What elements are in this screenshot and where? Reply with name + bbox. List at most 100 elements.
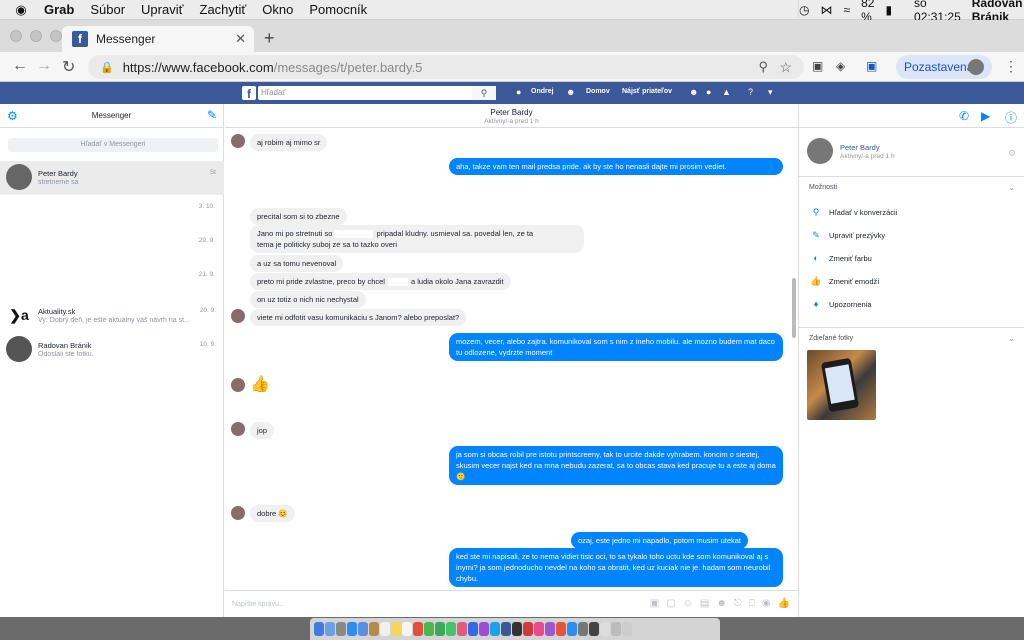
message-thread[interactable]: aj robim aj mimo sr aha, takze vam ten m… bbox=[225, 128, 798, 590]
profile-button[interactable]: Pozastavená bbox=[896, 55, 992, 79]
option-search-conversation[interactable]: ⚲ Hľadať v konverzácii bbox=[809, 207, 898, 218]
notifications-icon[interactable]: ▲ bbox=[722, 87, 731, 97]
contacts-icon[interactable] bbox=[369, 622, 379, 636]
options-section-header[interactable]: Možnosti ⌄ bbox=[799, 176, 1024, 198]
new-tab-button[interactable]: + bbox=[264, 28, 275, 49]
minimize-window-button[interactable] bbox=[30, 30, 42, 42]
podcasts-icon[interactable] bbox=[545, 622, 555, 636]
friend-requests-icon[interactable]: ☻ bbox=[689, 87, 698, 97]
mail-icon[interactable] bbox=[358, 622, 368, 636]
info-icon[interactable]: ⓘ bbox=[1005, 109, 1017, 126]
nav-home[interactable]: Domov bbox=[586, 88, 610, 95]
chrome-menu-icon[interactable]: ⋮ bbox=[1004, 58, 1018, 75]
app-icon[interactable] bbox=[600, 622, 610, 636]
gif-icon[interactable]: ▤ bbox=[700, 598, 709, 609]
skype-icon[interactable] bbox=[490, 622, 500, 636]
thread-scrollbar[interactable] bbox=[792, 278, 796, 338]
game-icon[interactable]: ▣ bbox=[650, 598, 659, 609]
conversation-item-peter-bardy[interactable]: Peter Bardy stretneme sa St bbox=[0, 161, 224, 195]
zoom-window-button[interactable] bbox=[50, 30, 62, 42]
shared-photo[interactable] bbox=[807, 350, 876, 420]
calendar-icon[interactable] bbox=[380, 622, 390, 636]
back-icon[interactable]: ← bbox=[12, 57, 28, 75]
app-store-icon[interactable] bbox=[567, 622, 577, 636]
photos-section-header[interactable]: Zdieľané fotky ⌄ bbox=[799, 327, 1024, 349]
sticker-icon[interactable]: ☺ bbox=[683, 598, 693, 609]
photos-icon[interactable] bbox=[413, 622, 423, 636]
menu-app[interactable]: Grab bbox=[44, 2, 74, 17]
tab-messenger[interactable]: f Messenger ✕ bbox=[62, 26, 254, 52]
nav-find-friends[interactable]: Nájsť priateľov bbox=[622, 88, 672, 95]
fb-search-button-icon[interactable]: ⚲ bbox=[472, 86, 496, 100]
help-icon[interactable]: ? bbox=[748, 87, 753, 97]
notes-icon[interactable] bbox=[391, 622, 401, 636]
option-edit-nicknames[interactable]: ✎ Upraviť prezývky bbox=[809, 230, 885, 241]
books-icon[interactable] bbox=[556, 622, 566, 636]
option-change-color[interactable]: ◐ Zmeniť farbu bbox=[809, 253, 872, 263]
app-icon[interactable] bbox=[501, 622, 511, 636]
bookmark-star-icon[interactable]: ☆ bbox=[779, 59, 792, 76]
conversation-item-radovan[interactable]: Radovan Bránik Odoslali ste fotku. 10. 9… bbox=[0, 333, 224, 367]
app-icon[interactable] bbox=[479, 622, 489, 636]
app-icon[interactable] bbox=[589, 622, 599, 636]
safari-icon[interactable] bbox=[347, 622, 357, 636]
option-notifications[interactable]: ♦ Upozornenia bbox=[809, 299, 872, 309]
phone-icon[interactable]: ✆ bbox=[959, 109, 969, 123]
finder-icon[interactable] bbox=[314, 622, 324, 636]
conversation-item-aktuality[interactable]: ❯a Aktuality.sk Vy: Dobrý deň, je ešte a… bbox=[0, 299, 224, 333]
message-input[interactable]: Napíšte správu... bbox=[232, 601, 285, 608]
new-message-icon[interactable]: ✎ bbox=[207, 108, 217, 122]
bookmark-extension-icon[interactable]: ▣ bbox=[866, 59, 877, 73]
like-button-icon[interactable]: 👍 bbox=[778, 598, 790, 609]
launchpad-icon[interactable] bbox=[336, 622, 346, 636]
messages-icon[interactable] bbox=[435, 622, 445, 636]
details-name[interactable]: Peter Bardy bbox=[840, 143, 880, 152]
battery-icon[interactable]: ▮ bbox=[885, 3, 892, 17]
app-icon[interactable] bbox=[457, 622, 467, 636]
messenger-icon[interactable]: ● bbox=[706, 87, 711, 97]
apple-icon[interactable]: ◉ bbox=[12, 2, 30, 18]
emoji-icon[interactable]: ☻ bbox=[716, 598, 727, 609]
chrome-icon[interactable] bbox=[424, 622, 434, 636]
lock-icon[interactable]: 🔒 bbox=[100, 61, 114, 74]
time-machine-icon[interactable]: ◷ bbox=[799, 3, 809, 17]
user-avatar-icon[interactable]: ● bbox=[516, 87, 521, 97]
system-preferences-icon[interactable] bbox=[578, 622, 588, 636]
photo-icon[interactable]: ▢ bbox=[666, 598, 675, 609]
camera-icon[interactable]: ◉ bbox=[762, 598, 771, 609]
app-icon[interactable] bbox=[468, 622, 478, 636]
gamepad-icon[interactable]: ⎕ bbox=[749, 598, 755, 609]
forward-icon[interactable]: → bbox=[36, 57, 52, 75]
menu-help[interactable]: Pomocník bbox=[309, 2, 367, 17]
close-window-button[interactable] bbox=[10, 30, 22, 42]
messenger-search-input[interactable]: Hľadať v Messengeri bbox=[8, 138, 218, 152]
microphone-icon[interactable]: ⎋ bbox=[734, 598, 742, 609]
trash-icon[interactable] bbox=[622, 622, 632, 636]
app-icon[interactable] bbox=[523, 622, 533, 636]
menu-file[interactable]: Súbor bbox=[90, 2, 125, 17]
details-gear-icon[interactable]: ⚙ bbox=[1008, 148, 1016, 159]
search-icon[interactable]: ⚲ bbox=[758, 59, 768, 75]
friends-icon[interactable]: ☻ bbox=[566, 87, 575, 97]
dropbox-icon[interactable]: ◈ bbox=[836, 59, 845, 73]
facebook-logo-icon[interactable]: f bbox=[242, 86, 256, 101]
address-bar[interactable]: 🔒 https://www.facebook.com/messages/t/pe… bbox=[88, 55, 804, 79]
siri-icon[interactable] bbox=[325, 622, 335, 636]
menu-capture[interactable]: Zachytiť bbox=[200, 2, 247, 17]
downloads-icon[interactable] bbox=[611, 622, 621, 636]
option-change-emoji[interactable]: 👍 Zmeniť emodží bbox=[809, 276, 879, 287]
app-icon[interactable] bbox=[512, 622, 522, 636]
close-tab-icon[interactable]: ✕ bbox=[235, 31, 246, 47]
chat-contact-name[interactable]: Peter Bardy bbox=[225, 104, 798, 117]
reload-icon[interactable]: ↻ bbox=[62, 57, 75, 77]
menu-edit[interactable]: Upraviť bbox=[141, 2, 183, 17]
bluetooth-icon[interactable]: ⋈ bbox=[820, 3, 832, 17]
wifi-icon[interactable]: ≈ bbox=[843, 3, 850, 17]
nav-profile[interactable]: Ondrej bbox=[531, 88, 554, 95]
video-call-icon[interactable]: ▶ bbox=[981, 109, 990, 123]
facetime-icon[interactable] bbox=[446, 622, 456, 636]
extension-icon[interactable]: ▣ bbox=[812, 59, 823, 73]
music-icon[interactable] bbox=[534, 622, 544, 636]
reminders-icon[interactable] bbox=[402, 622, 412, 636]
menu-window[interactable]: Okno bbox=[262, 2, 293, 17]
